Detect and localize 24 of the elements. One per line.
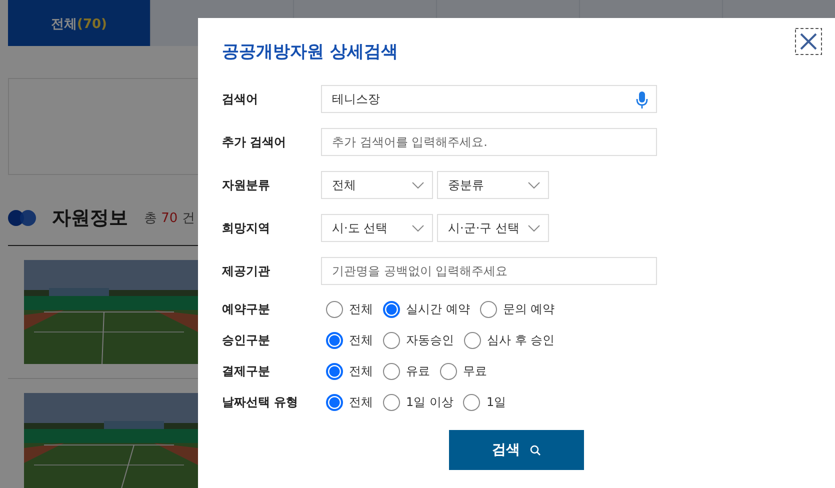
field-label: 자원분류 [222, 176, 271, 194]
field-label: 승인구분 [222, 332, 271, 349]
radio-label: 자동승인 [406, 332, 454, 349]
radio-label: 전체 [349, 394, 373, 411]
total-count: 총 70 건 [144, 210, 195, 227]
radio-label: 1일 이상 [406, 394, 454, 411]
field-label: 희망지역 [222, 220, 271, 236]
radio-label: 전체 [349, 363, 373, 380]
radio-label: 유료 [406, 363, 430, 380]
dialog-title: 공공개방자원 상세검색 [222, 41, 398, 63]
field-label: 제공기관 [222, 262, 271, 280]
field-label: 검색어 [222, 90, 259, 108]
radio-label: 실시간 예약 [406, 301, 470, 318]
radio-label: 1일 [486, 394, 506, 411]
section-title: 자원정보 [52, 206, 128, 231]
radio-label: 무료 [463, 363, 487, 380]
radio-label: 전체 [349, 301, 373, 318]
field-label: 예약구분 [222, 301, 271, 318]
field-label: 추가 검색어 [222, 134, 288, 150]
radio-label: 전체 [349, 332, 373, 349]
field-label: 결제구분 [222, 363, 271, 380]
radio-label: 문의 예약 [502, 301, 555, 318]
radio-label: 심사 후 승인 [487, 332, 555, 349]
field-label: 날짜선택 유형 [222, 394, 300, 411]
